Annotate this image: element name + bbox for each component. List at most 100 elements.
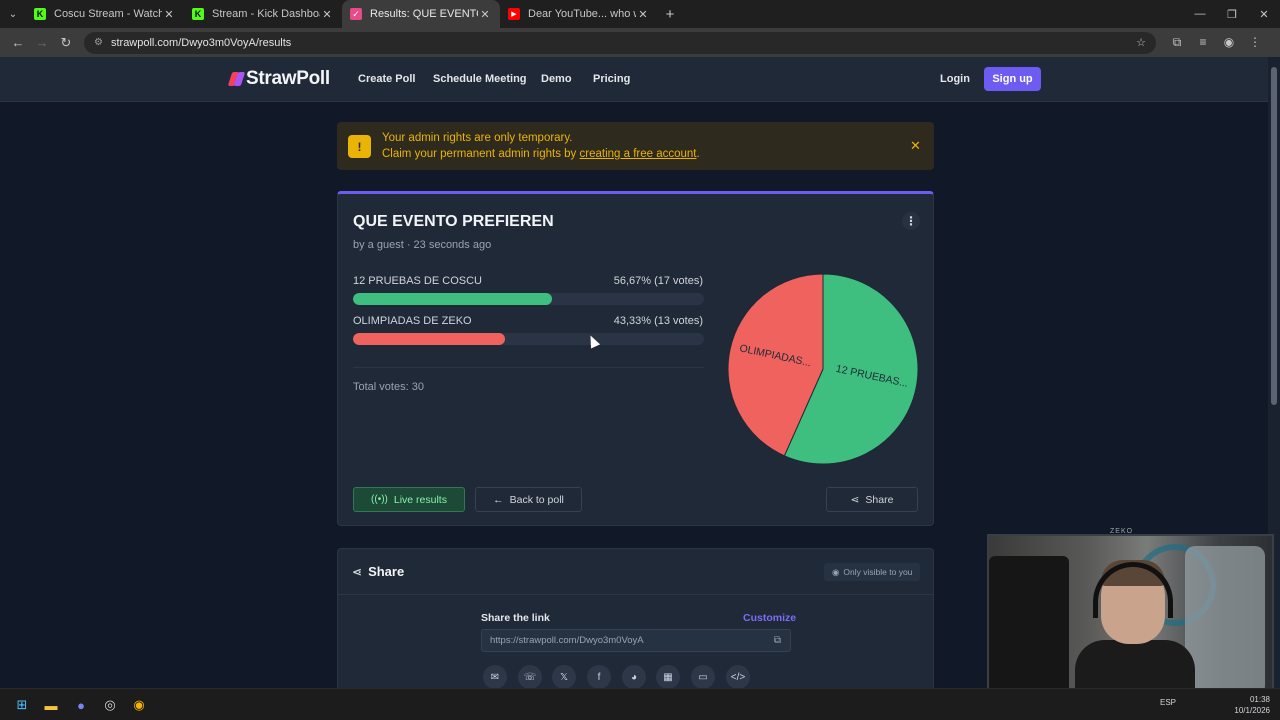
site-info-icon[interactable]: ⚙	[94, 37, 103, 48]
clock-time: 01:38	[1249, 695, 1270, 704]
reddit-icon[interactable]: ◕	[622, 665, 646, 689]
share-card: ⋖ Share ◉ Only visible to you Share the …	[337, 548, 934, 698]
arrow-left-icon: ←	[493, 493, 504, 506]
minimize-icon[interactable]: —	[1184, 0, 1216, 28]
option-label: OLIMPIADAS DE ZEKO	[353, 315, 472, 327]
visibility-text: Only visible to you	[843, 567, 913, 577]
media-icon[interactable]: ≡	[1190, 35, 1216, 50]
divider	[353, 367, 704, 368]
back-arrow-icon[interactable]: ←	[6, 31, 30, 55]
new-tab-button[interactable]: +	[658, 0, 682, 28]
copy-icon[interactable]: ⧉	[764, 629, 791, 652]
close-window-icon[interactable]: ✕	[1248, 0, 1280, 28]
browser-tab[interactable]: ▶ Dear YouTube... who wants $10 ✕	[500, 0, 658, 28]
obs-icon[interactable]: ◎	[100, 695, 120, 715]
streamer-webcam-overlay	[987, 534, 1274, 698]
alert-claim-suffix: .	[696, 148, 700, 160]
kick-icon: K	[34, 8, 46, 20]
facebook-icon[interactable]: f	[587, 665, 611, 689]
scrollbar-thumb[interactable]	[1271, 67, 1277, 405]
url-text: strawpoll.com/Dwyo3m0VoyA/results	[110, 36, 292, 49]
nav-pricing[interactable]: Pricing	[593, 73, 630, 85]
windows-start-icon[interactable]: ⊞	[12, 695, 32, 715]
share-icon: ⋖	[352, 564, 363, 579]
youtube-icon: ▶	[508, 8, 520, 20]
customize-link[interactable]: Customize	[743, 612, 796, 624]
poll-title: QUE EVENTO PREFIEREN	[353, 213, 554, 230]
admin-rights-alert: ! Your admin rights are only temporary. …	[337, 122, 934, 170]
twitter-icon[interactable]: 𝕏	[552, 665, 576, 689]
forward-arrow-icon[interactable]: →	[30, 31, 54, 55]
option-result: 43,33% (13 votes)	[613, 315, 703, 327]
browser-tab[interactable]: K Stream - Kick Dashboard ✕	[184, 0, 342, 28]
restore-icon[interactable]: ❐	[1216, 0, 1248, 28]
logo-text: StrawPoll	[246, 68, 330, 89]
embed-icon[interactable]: </>	[726, 665, 750, 689]
reload-icon[interactable]: ↻	[54, 31, 78, 55]
close-alert-icon[interactable]: ✕	[910, 138, 921, 154]
tab-title: Coscu Stream - Watch Live on	[54, 8, 162, 20]
option-bar-track	[353, 333, 704, 345]
close-icon[interactable]: ✕	[636, 8, 650, 21]
presentation-icon[interactable]: ▭	[691, 665, 715, 689]
browser-tab-strip: ⌄ K Coscu Stream - Watch Live on ✕ K Str…	[0, 0, 1280, 28]
nav-demo[interactable]: Demo	[541, 73, 572, 85]
create-account-link[interactable]: creating a free account	[580, 148, 697, 160]
strawpoll-logo-icon	[227, 72, 246, 86]
whatsapp-icon[interactable]: ☏	[518, 665, 542, 689]
poll-meta: by a guest · 23 seconds ago	[353, 239, 492, 251]
bookmark-star-icon[interactable]: ☆	[1136, 36, 1146, 49]
live-results-label: Live results	[393, 493, 447, 506]
email-icon[interactable]: ✉	[483, 665, 507, 689]
window-controls: — ❐ ✕	[1184, 0, 1280, 28]
taskbar-clock[interactable]: 01:38 10/1/2026	[1224, 694, 1270, 716]
option-label: 12 PRUEBAS DE COSCU	[353, 275, 482, 287]
back-to-poll-label: Back to poll	[509, 493, 564, 506]
share-title: ⋖ Share	[352, 564, 404, 579]
browser-toolbar: ← → ↻ ⚙ strawpoll.com/Dwyo3m0VoyA/result…	[0, 28, 1280, 57]
alert-text: Your admin rights are only temporary.	[382, 132, 573, 144]
tab-title: Dear YouTube... who wants $10	[528, 8, 636, 20]
share-link-field[interactable]: https://strawpoll.com/Dwyo3m0VoyA	[481, 629, 791, 652]
login-link[interactable]: Login	[940, 73, 970, 85]
total-votes: Total votes: 30	[353, 381, 424, 393]
eye-icon: ◉	[832, 566, 840, 577]
browser-tab-active[interactable]: ✓ Results: QUE EVENTO PREFIERE ✕	[342, 0, 500, 28]
signup-button[interactable]: Sign up	[984, 67, 1041, 91]
poll-results-card: QUE EVENTO PREFIEREN by a guest · 23 sec…	[337, 191, 934, 526]
share-icon: ⋖	[850, 493, 860, 506]
nav-create-poll[interactable]: Create Poll	[358, 73, 415, 85]
file-explorer-icon[interactable]: ▬	[41, 695, 61, 715]
results-pie-chart: 12 PRUEBAS...OLIMPIADAS...	[727, 273, 919, 465]
tab-search-button[interactable]: ⌄	[0, 0, 26, 28]
more-options-icon[interactable]: ⋮	[902, 212, 920, 230]
option-bar-track	[353, 293, 704, 305]
back-to-poll-button[interactable]: ← Back to poll	[475, 487, 582, 512]
close-icon[interactable]: ✕	[320, 8, 334, 21]
share-link-label: Share the link	[481, 612, 550, 624]
extensions-icon[interactable]: ⧉	[1164, 35, 1190, 50]
profile-avatar-icon[interactable]: ◉	[1216, 35, 1242, 50]
option-result: 56,67% (17 votes)	[613, 275, 703, 287]
visibility-badge: ◉ Only visible to you	[824, 563, 921, 581]
live-results-button[interactable]: ((•)) Live results	[353, 487, 465, 512]
share-button[interactable]: ⋖ Share	[826, 487, 918, 512]
clock-date: 10/1/2026	[1234, 706, 1270, 715]
close-icon[interactable]: ✕	[162, 8, 176, 21]
browser-tab[interactable]: K Coscu Stream - Watch Live on ✕	[26, 0, 184, 28]
chrome-icon[interactable]: ◉	[129, 695, 149, 715]
tab-title: Stream - Kick Dashboard	[212, 8, 320, 20]
close-icon[interactable]: ✕	[478, 8, 492, 21]
address-bar[interactable]: ⚙ strawpoll.com/Dwyo3m0VoyA/results ☆	[84, 31, 1156, 54]
site-header: StrawPoll Create Poll Schedule Meeting D…	[0, 57, 1268, 102]
share-label: Share	[865, 493, 894, 506]
tab-title: Results: QUE EVENTO PREFIERE	[370, 8, 478, 20]
qr-code-icon[interactable]: ▦	[656, 665, 680, 689]
nav-schedule-meeting[interactable]: Schedule Meeting	[433, 73, 527, 85]
webcam-mic-arm	[989, 556, 1069, 696]
browser-menu-icon[interactable]: ⋮	[1242, 35, 1268, 50]
warning-icon: !	[348, 135, 371, 158]
strawpoll-logo[interactable]: StrawPoll	[227, 68, 330, 90]
language-indicator[interactable]: ESP	[1160, 698, 1176, 707]
discord-icon[interactable]: ●	[71, 695, 91, 715]
